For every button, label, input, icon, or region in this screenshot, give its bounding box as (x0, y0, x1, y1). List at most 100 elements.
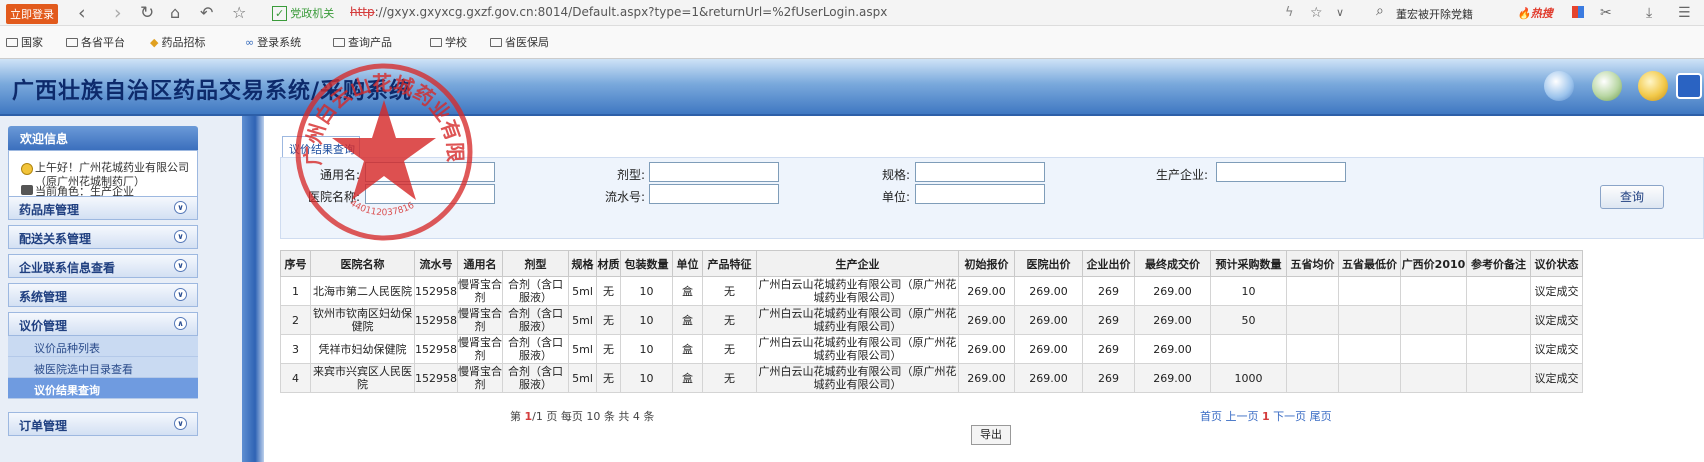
favorite-star-icon[interactable]: ☆ (232, 2, 246, 24)
menu-system-management[interactable]: 系统管理 ∨ (8, 283, 198, 307)
pill-icon: ◆ (150, 36, 159, 49)
spec-input[interactable] (915, 162, 1045, 182)
table-row[interactable]: 4 来宾市兴宾区人民医院 152958 慢肾宝合剂 合剂（含口服液） 5ml 无 10 盒无广州… (280, 363, 1583, 393)
generic-name-input[interactable] (365, 162, 495, 182)
col-header: 议价状态 (1530, 250, 1583, 277)
chat-icon[interactable] (1544, 71, 1574, 101)
login-badge[interactable]: 立即登录 (6, 4, 58, 24)
col-header: 广西价2010 (1400, 250, 1467, 277)
col-header: 医院名称 (310, 250, 415, 277)
address-bar[interactable]: http://gxyx.gxyxcg.gxzf.gov.cn:8014/Defa… (350, 5, 887, 19)
menu-drug-library[interactable]: 药品库管理 ∨ (8, 196, 198, 220)
pager-page-number[interactable]: 1 (1262, 410, 1270, 423)
table-cell: 269 (1082, 276, 1135, 306)
menu-negotiation[interactable]: 议价管理 ∧ (8, 312, 198, 336)
table-cell: 269.00 (958, 305, 1015, 335)
table-cell: 广州白云山花城药业有限公司（原广州花城药业有限公司） (756, 334, 959, 364)
search-icon[interactable]: ⌕ (1376, 3, 1384, 19)
table-row[interactable]: 1 北海市第二人民医院 152958 慢肾宝合剂 合剂（含口服液） 5ml 无 10 盒无广州白… (280, 276, 1583, 306)
col-header: 材质 (596, 250, 621, 277)
link-icon: ∞ (245, 36, 255, 49)
sidebar-splitter[interactable] (242, 116, 264, 462)
bookmark-item[interactable]: 学校 (430, 34, 467, 50)
table-cell: 合剂（含口服液） (502, 334, 569, 364)
menu-orders[interactable]: 订单管理 ∨ (8, 412, 198, 436)
app-title: 广西壮族自治区药品交易系统/采购系统 (12, 78, 413, 104)
table-cell (1338, 276, 1401, 306)
table-cell (1400, 334, 1467, 364)
pager-last-link[interactable]: 尾页 (1310, 410, 1332, 423)
table-cell: 269.00 (1014, 305, 1083, 335)
menu-icon[interactable]: ☰ (1678, 2, 1691, 24)
table-row[interactable]: 3 凭祥市妇幼保健院 152958 慢肾宝合剂 合剂（含口服液） 5ml 无 10 盒无广州白云… (280, 334, 1583, 364)
export-button[interactable]: 导出 (971, 425, 1011, 445)
table-cell: 10 (620, 334, 673, 364)
table-cell: 合剂（含口服液） (502, 276, 569, 306)
table-cell: 议定成交 (1530, 334, 1583, 364)
lightning-icon[interactable]: ϟ (1285, 2, 1294, 24)
bookmark-item[interactable]: 国家 (6, 34, 43, 50)
manufacturer-input[interactable] (1216, 162, 1346, 182)
dropdown-icon[interactable]: ∨ (1336, 2, 1344, 24)
search-box[interactable]: 董宏被开除党籍 (1396, 6, 1473, 22)
table-header-row: 序号 医院名称 流水号 通用名 剂型 规格 材质 包装数量 单位 产品特征 生产… (280, 250, 1583, 277)
menu-delivery-relations[interactable]: 配送关系管理 ∨ (8, 225, 198, 249)
table-cell: 3 (280, 334, 311, 364)
unit-label: 单位: (881, 190, 910, 204)
table-cell (1400, 305, 1467, 335)
url-protocol: http (350, 5, 375, 19)
table-cell: 广州白云山花城药业有限公司（原广州花城药业有限公司） (756, 305, 959, 335)
table-cell: 5ml (568, 276, 597, 306)
apps-icon[interactable] (1572, 6, 1584, 18)
unit-input[interactable] (915, 184, 1045, 204)
table-cell: 合剂（含口服液） (502, 305, 569, 335)
refresh-icon[interactable]: ↻ (140, 2, 154, 24)
search-button[interactable]: 查询 (1600, 185, 1664, 209)
cut-icon[interactable]: ✂ (1600, 2, 1612, 24)
menu-company-contacts[interactable]: 企业联系信息查看 ∨ (8, 254, 198, 278)
dosage-form-input[interactable] (649, 162, 779, 182)
sidebar: 欢迎信息 上午好！广州花城药业有限公司（原广州花城制药厂） 当前角色：生产企业 … (0, 116, 242, 462)
forward-icon[interactable]: › (114, 2, 122, 24)
col-header: 包装数量 (620, 250, 673, 277)
back-icon[interactable]: ‹ (78, 2, 86, 24)
table-cell (1400, 276, 1467, 306)
serial-number-input[interactable] (649, 184, 779, 204)
hospital-name-input[interactable] (365, 184, 495, 204)
table-cell (1286, 334, 1339, 364)
bookmark-item[interactable]: ◆ 药品招标 (150, 34, 205, 50)
download-icon[interactable]: ⤓ (1646, 2, 1652, 24)
undo-icon[interactable]: ↶ (200, 2, 213, 24)
submenu-selected-catalog[interactable]: 被医院选中目录查看 (8, 357, 198, 378)
tab-negotiation-results[interactable]: 议价结果查询 (282, 136, 360, 158)
pager-prev-link[interactable]: 上一页 (1226, 410, 1259, 423)
col-header: 参考价备注 (1466, 250, 1531, 277)
power-icon[interactable] (1676, 73, 1702, 99)
submenu-negotiation-list[interactable]: 议价品种列表 (8, 336, 198, 357)
bookmark-star-icon[interactable]: ☆ (1310, 2, 1323, 24)
submenu-negotiation-results[interactable]: 议价结果查询 (8, 378, 198, 399)
table-cell (1466, 276, 1531, 306)
hot-search-label[interactable]: 🔥热搜 (1517, 5, 1553, 21)
settings-gear-icon[interactable] (1592, 71, 1622, 101)
table-cell: 269.00 (1134, 276, 1211, 306)
bookmark-item[interactable]: 查询产品 (333, 34, 392, 50)
bookmark-item[interactable]: ∞ 登录系统 (245, 34, 301, 50)
bookmark-item[interactable]: 各省平台 (66, 34, 125, 50)
col-header: 通用名 (457, 250, 503, 277)
pager-next-link[interactable]: 下一页 (1273, 410, 1306, 423)
table-cell: 无 (596, 276, 621, 306)
pager-summary: 第 1/1 页 每页 10 条 共 4 条 (510, 408, 654, 424)
key-icon[interactable] (1638, 71, 1668, 101)
table-cell (1400, 363, 1467, 393)
table-cell: 10 (1210, 276, 1287, 306)
table-cell: 269.00 (958, 334, 1015, 364)
table-row[interactable]: 2 钦州市钦南区妇幼保健院 152958 慢肾宝合剂 合剂（含口服液） 5ml 无 10 盒无广… (280, 305, 1583, 335)
table-cell (1466, 305, 1531, 335)
results-table: 序号 医院名称 流水号 通用名 剂型 规格 材质 包装数量 单位 产品特征 生产… (280, 250, 1583, 393)
pager-first-link[interactable]: 首页 (1200, 410, 1222, 423)
home-icon[interactable]: ⌂ (170, 2, 180, 24)
bookmark-item[interactable]: 省医保局 (490, 34, 549, 50)
table-cell: 152958 (414, 276, 458, 306)
col-header: 生产企业 (756, 250, 959, 277)
